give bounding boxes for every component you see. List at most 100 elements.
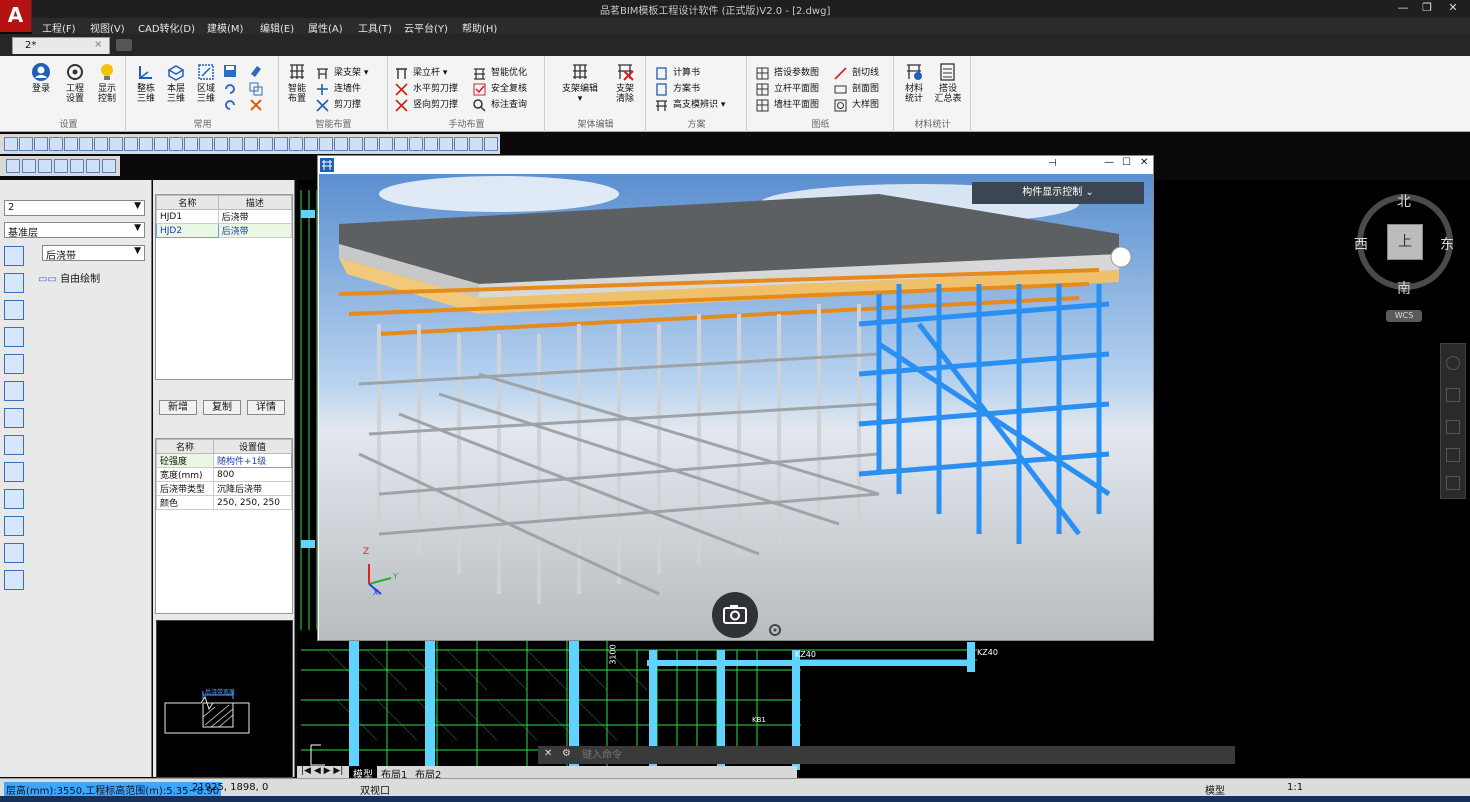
copy-icon[interactable] — [249, 82, 263, 96]
toolbar-tool-icon[interactable] — [199, 137, 213, 151]
view-3d-scene[interactable]: Z Y X — [319, 174, 1153, 640]
table-row[interactable]: 后浇带类型 沉降后浇带 — [155, 481, 292, 496]
command-wrench-icon[interactable]: ⚙ — [562, 748, 571, 759]
toolbar-tool-icon[interactable] — [34, 137, 48, 151]
toolbar-tool-icon[interactable] — [379, 137, 393, 151]
toolbar-tool-icon[interactable] — [334, 137, 348, 151]
tree-item-free-draw[interactable]: ▭▭ 自由绘制 — [38, 270, 100, 285]
close-button[interactable]: ✕ — [1442, 0, 1464, 16]
smart-layout-button[interactable]: 智能 布置 — [282, 62, 312, 104]
layout-nav-icon[interactable]: |◀ ◀ ▶ ▶| — [301, 766, 343, 776]
toolbar-tool-icon[interactable] — [304, 137, 318, 151]
material-stats-button[interactable]: 材料 统计 — [899, 62, 929, 104]
table-row[interactable]: HJD1 后浇带 — [156, 209, 293, 224]
beam-pole-button[interactable]: 梁立杆 ▾ — [395, 66, 447, 81]
floor-select[interactable]: 2 ▼ — [4, 200, 145, 216]
table-row-selected[interactable]: HJD2 后浇带 — [156, 223, 293, 238]
view-3d-minimize-button[interactable]: — — [1104, 157, 1114, 168]
command-input[interactable] — [582, 748, 1222, 762]
toolbar-tool-icon[interactable] — [484, 137, 498, 151]
add-button[interactable]: 新增 — [159, 400, 197, 415]
toolbar-tool-icon[interactable] — [409, 137, 423, 151]
toolbar-tool-icon[interactable] — [319, 137, 333, 151]
annotation-scale[interactable]: 1:1 — [1287, 782, 1303, 793]
view-3d-maximize-button[interactable]: ☐ — [1122, 157, 1131, 168]
detail-drawing-button[interactable]: 大样图 — [834, 98, 879, 113]
column-icon[interactable] — [4, 300, 24, 320]
restore-button[interactable]: ❐ — [1416, 0, 1438, 16]
section-line-button[interactable]: 剖切线 — [834, 66, 879, 81]
toolbar-tool-icon[interactable] — [79, 137, 93, 151]
frame-edit-button[interactable]: 支架编辑 ▾ — [560, 62, 600, 104]
toolbar-tool-icon[interactable] — [154, 137, 168, 151]
pin-icon[interactable]: ⊣ — [1048, 158, 1057, 169]
beam-support-button[interactable]: 梁支架 ▾ — [316, 66, 368, 81]
toolbar-tool-icon[interactable] — [124, 137, 138, 151]
stair-icon[interactable] — [4, 408, 24, 428]
delete-icon[interactable] — [249, 98, 263, 112]
toolbar-tool-icon[interactable] — [169, 137, 183, 151]
screenshot-button[interactable] — [712, 592, 758, 638]
toolbar-tool-icon[interactable] — [394, 137, 408, 151]
toolbar-tool-icon[interactable] — [4, 137, 18, 151]
safety-check-button[interactable]: 安全复核 — [473, 82, 527, 97]
summary-table-button[interactable]: 搭设 汇总表 — [933, 62, 963, 104]
section-view-button[interactable]: 剖面图 — [834, 82, 879, 97]
grid-axis-icon[interactable] — [4, 273, 24, 293]
compass-west[interactable]: 西 — [1354, 234, 1368, 254]
slab-icon[interactable] — [4, 381, 24, 401]
opening-icon[interactable] — [4, 489, 24, 509]
post-cast-strip-icon[interactable] — [4, 435, 24, 455]
layer-select[interactable]: 基准层 ▼ — [4, 222, 145, 239]
menu-attr[interactable]: 属性(A) — [308, 20, 343, 35]
toolbar-tool-icon[interactable] — [70, 159, 84, 173]
undo-icon[interactable] — [223, 82, 237, 96]
menu-cad[interactable]: CAD转化(D) — [138, 20, 195, 35]
setup-param-drawing-button[interactable]: 搭设参数图 — [756, 66, 819, 81]
app-logo[interactable]: A — [0, 0, 32, 32]
toolbar-tool-icon[interactable] — [22, 159, 36, 173]
view-3d-close-button[interactable]: ✕ — [1140, 157, 1148, 168]
toolbar-tool-icon[interactable] — [259, 137, 273, 151]
frame-clear-button[interactable]: 支架 清除 — [610, 62, 640, 104]
save-icon[interactable] — [223, 64, 237, 78]
toolbar-tool-icon[interactable] — [6, 159, 20, 173]
showmotion-icon[interactable] — [1446, 476, 1460, 490]
compass-north[interactable]: 北 — [1397, 191, 1411, 211]
frame-icon[interactable] — [4, 516, 24, 536]
display-control-button[interactable]: 显示 控制 — [92, 62, 122, 104]
table-row[interactable]: 宽度(mm) 800 — [155, 467, 292, 482]
wall-column-plan-button[interactable]: 墙柱平面图 — [756, 98, 819, 113]
scissor-brace-button[interactable]: 剪刀撑 — [316, 98, 361, 113]
toolbar-tool-icon[interactable] — [424, 137, 438, 151]
table-row[interactable]: 颜色 250, 250, 250 — [155, 495, 292, 510]
toolbar-tool-icon[interactable] — [184, 137, 198, 151]
toolbar-tool-icon[interactable] — [139, 137, 153, 151]
scheme-book-button[interactable]: 方案书 — [655, 82, 700, 97]
model-space-toggle[interactable]: 模型 — [1205, 782, 1225, 797]
scaffold-tool-icon[interactable] — [4, 543, 24, 563]
project-settings-button[interactable]: 工程 设置 — [60, 62, 90, 104]
toolbar-tool-icon[interactable] — [439, 137, 453, 151]
new-tab-icon[interactable] — [116, 39, 132, 51]
annotation-query-button[interactable]: 标注查询 — [473, 98, 527, 113]
high-formwork-button[interactable]: 高支模辨识 ▾ — [655, 98, 725, 113]
settings-gear-icon[interactable] — [768, 623, 782, 637]
wall-icon[interactable] — [4, 327, 24, 347]
erase-icon[interactable] — [249, 64, 263, 78]
menu-view[interactable]: 视图(V) — [90, 20, 125, 35]
toolbar-tool-icon[interactable] — [469, 137, 483, 151]
view-cube-top-face[interactable]: 上 — [1387, 224, 1423, 260]
toolbar-tool-icon[interactable] — [349, 137, 363, 151]
smart-optimize-button[interactable]: 智能优化 — [473, 66, 527, 81]
toolbar-tool-icon[interactable] — [54, 159, 68, 173]
floor-3d-button[interactable]: 本层 三维 — [161, 62, 191, 104]
toolbar-tool-icon[interactable] — [49, 137, 63, 151]
toolbar-tool-icon[interactable] — [289, 137, 303, 151]
vertical-brace-button[interactable]: 竖向剪刀撑 — [395, 98, 458, 113]
horizontal-brace-button[interactable]: 水平剪刀撑 — [395, 82, 458, 97]
toolbar-tool-icon[interactable] — [214, 137, 228, 151]
orbit-icon[interactable] — [1446, 448, 1460, 462]
toolbar-tool-icon[interactable] — [38, 159, 52, 173]
toolbar-tool-icon[interactable] — [102, 159, 116, 173]
